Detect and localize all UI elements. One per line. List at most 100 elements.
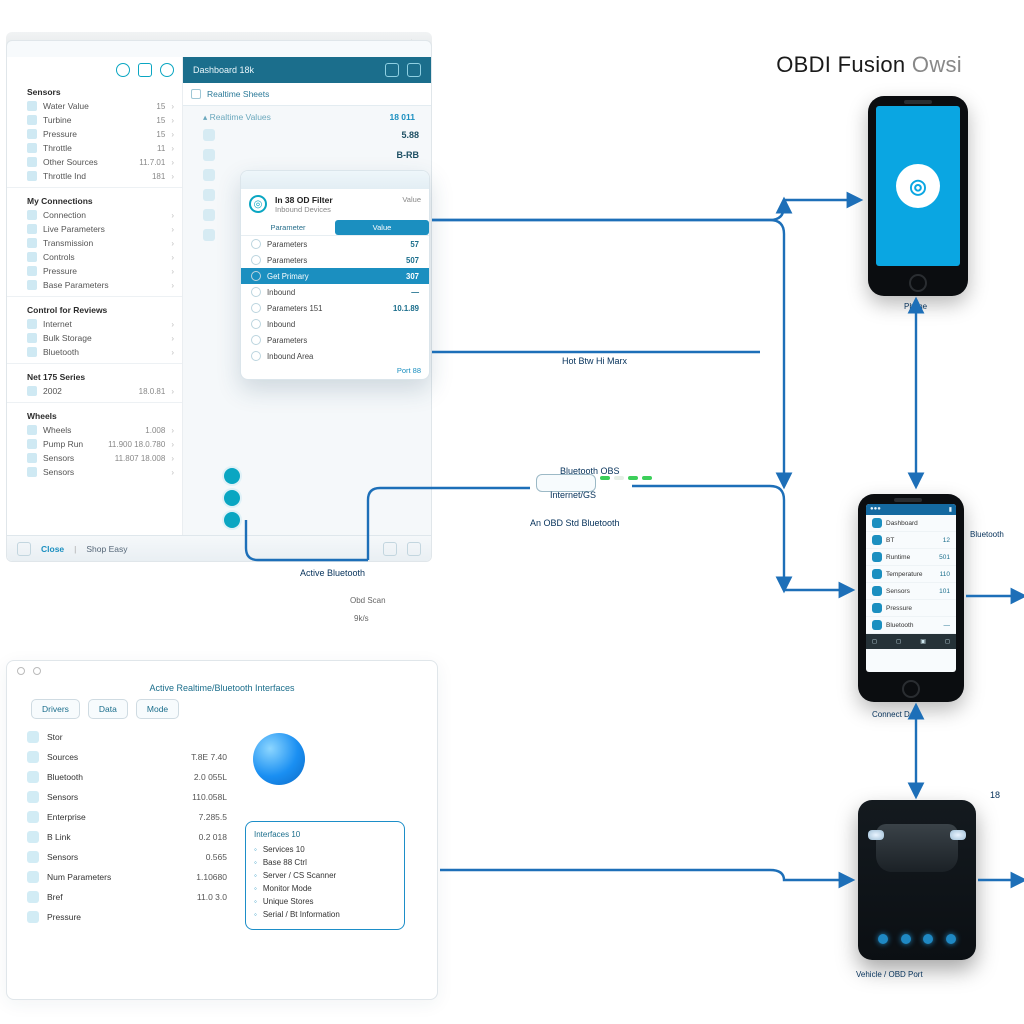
row-label: Inbound bbox=[267, 320, 413, 329]
monitor-metrics: Stor Sources T.8E 7.40 Bluetooth 2.0 055… bbox=[27, 727, 227, 930]
item-value: 15 bbox=[156, 130, 165, 139]
popup-row[interactable]: Get Primary 307 bbox=[241, 268, 429, 284]
sidebar-item[interactable]: Internet › bbox=[7, 317, 182, 331]
popup-row[interactable]: Parameters 151 10.1.89 bbox=[241, 300, 429, 316]
shop-button[interactable]: Shop Easy bbox=[86, 544, 127, 554]
sidebar-item[interactable]: Sensors › bbox=[7, 465, 182, 479]
item-icon bbox=[27, 238, 37, 248]
phone-list-row[interactable]: BT 12 bbox=[866, 532, 956, 549]
item-icon bbox=[27, 425, 37, 435]
phone-status-bar: ●●●▮ bbox=[866, 504, 956, 515]
phone-list-row[interactable]: Sensors 101 bbox=[866, 583, 956, 600]
sidebar-item[interactable]: Bluetooth › bbox=[7, 345, 182, 359]
chevron-right-icon: › bbox=[171, 426, 174, 435]
chevron-right-icon: › bbox=[171, 172, 174, 181]
chevron-right-icon: › bbox=[171, 468, 174, 477]
sidebar-group-header: Wheels bbox=[7, 407, 182, 423]
popup-footer[interactable]: Port 88 bbox=[397, 366, 421, 375]
chevron-right-icon: › bbox=[171, 320, 174, 329]
close-button[interactable]: Close bbox=[41, 544, 64, 554]
item-icon bbox=[27, 157, 37, 167]
seg-drivers[interactable]: Drivers bbox=[31, 699, 80, 719]
sidebar-item[interactable]: Sensors 11.807 18.008 › bbox=[7, 451, 182, 465]
chevron-right-icon: › bbox=[171, 281, 174, 290]
item-value: 11.7.01 bbox=[139, 158, 165, 167]
sidebar-item[interactable]: Water Value 15 › bbox=[7, 99, 182, 113]
popup-row[interactable]: Inbound bbox=[241, 316, 429, 332]
chevron-right-icon: › bbox=[171, 334, 174, 343]
sidebar-item[interactable]: Base Parameters › bbox=[7, 278, 182, 292]
item-label: Sensors bbox=[43, 453, 109, 463]
phone-list-row[interactable]: Temperature 110 bbox=[866, 566, 956, 583]
chevron-right-icon: › bbox=[171, 158, 174, 167]
phone-list-row[interactable]: Runtime 501 bbox=[866, 549, 956, 566]
row-icon bbox=[872, 552, 882, 562]
row-value: 1.10680 bbox=[163, 872, 227, 882]
popup-tabs: Parameter Value bbox=[241, 220, 429, 236]
popup-row[interactable]: Parameters 507 bbox=[241, 252, 429, 268]
sidebar-item[interactable]: Live Parameters › bbox=[7, 222, 182, 236]
stack-b-label: 9k/s bbox=[354, 614, 369, 623]
item-icon bbox=[27, 101, 37, 111]
row-icon bbox=[251, 287, 261, 297]
row-icon bbox=[251, 255, 261, 265]
sidebar-item[interactable]: Controls › bbox=[7, 250, 182, 264]
popup-tab-b[interactable]: Value bbox=[335, 220, 429, 235]
item-icon bbox=[27, 439, 37, 449]
power-icon[interactable] bbox=[17, 542, 31, 556]
settings-icon[interactable] bbox=[383, 542, 397, 556]
row-icon bbox=[251, 319, 261, 329]
sidebar-item[interactable]: Turbine 15 › bbox=[7, 113, 182, 127]
chat-icon[interactable] bbox=[385, 63, 399, 77]
metric-row[interactable]: B-RB bbox=[183, 145, 431, 165]
internet-label: Internet/GS bbox=[550, 490, 596, 500]
row-label: Sensors bbox=[886, 588, 935, 595]
sidebar-item[interactable]: Throttle Ind 181 › bbox=[7, 169, 182, 183]
item-label: Live Parameters bbox=[43, 224, 159, 234]
sidebar-item[interactable]: Bulk Storage › bbox=[7, 331, 182, 345]
grid-icon[interactable] bbox=[138, 63, 152, 77]
line-mid-label: Hot Btw Hi Marx bbox=[562, 356, 627, 366]
sidebar-item[interactable]: Connection › bbox=[7, 208, 182, 222]
popup-row[interactable]: Parameters 57 bbox=[241, 236, 429, 252]
row-value: T.8E 7.40 bbox=[163, 752, 227, 762]
monitor-callout: Interfaces 10 Services 10Base 88 CtrlSer… bbox=[245, 821, 405, 930]
phone-list-row[interactable]: Dashboard bbox=[866, 515, 956, 532]
help-icon[interactable] bbox=[160, 63, 174, 77]
popup-row[interactable]: Parameters bbox=[241, 332, 429, 348]
phone-list-row[interactable]: Pressure bbox=[866, 600, 956, 617]
popup-tab-a[interactable]: Parameter bbox=[241, 220, 335, 235]
refresh-icon[interactable] bbox=[116, 63, 130, 77]
callout-item: Services 10 bbox=[254, 843, 396, 856]
connector-pills bbox=[224, 468, 240, 528]
row-label: BT bbox=[886, 537, 939, 544]
seg-data[interactable]: Data bbox=[88, 699, 128, 719]
seg-mode[interactable]: Mode bbox=[136, 699, 179, 719]
sidebar-item[interactable]: 2002 18.0.81 › bbox=[7, 384, 182, 398]
phone-list-row[interactable]: Bluetooth — bbox=[866, 617, 956, 634]
pill-icon bbox=[224, 468, 240, 484]
sidebar-item[interactable]: Transmission › bbox=[7, 236, 182, 250]
metric-icon bbox=[203, 209, 215, 221]
sidebar-item[interactable]: Pump Run 11.900 18.0.780 › bbox=[7, 437, 182, 451]
popup-col-b: Value bbox=[402, 195, 421, 204]
row-icon bbox=[27, 851, 39, 863]
phone-splash: ◎ bbox=[868, 96, 968, 296]
monitor-row: Enterprise 7.285.5 bbox=[27, 807, 227, 827]
sync-icon[interactable] bbox=[407, 542, 421, 556]
sidebar-item[interactable]: Pressure 15 › bbox=[7, 127, 182, 141]
monitor-row: Sensors 110.058L bbox=[27, 787, 227, 807]
metric-row[interactable]: 5.88 bbox=[183, 125, 431, 145]
popup-row[interactable]: Inbound Area bbox=[241, 348, 429, 364]
sidebar-item[interactable]: Other Sources 11.7.01 › bbox=[7, 155, 182, 169]
sidebar-item[interactable]: Wheels 1.008 › bbox=[7, 423, 182, 437]
sidebar-item[interactable]: Pressure › bbox=[7, 264, 182, 278]
row-label: Sensors bbox=[47, 852, 155, 862]
card-icon[interactable] bbox=[407, 63, 421, 77]
chevron-right-icon: › bbox=[171, 440, 174, 449]
window-dot bbox=[17, 667, 25, 675]
sidebar-item[interactable]: Throttle 11 › bbox=[7, 141, 182, 155]
popup-row[interactable]: Inbound — bbox=[241, 284, 429, 300]
home-button-icon bbox=[909, 274, 927, 292]
item-value: 15 bbox=[156, 102, 165, 111]
